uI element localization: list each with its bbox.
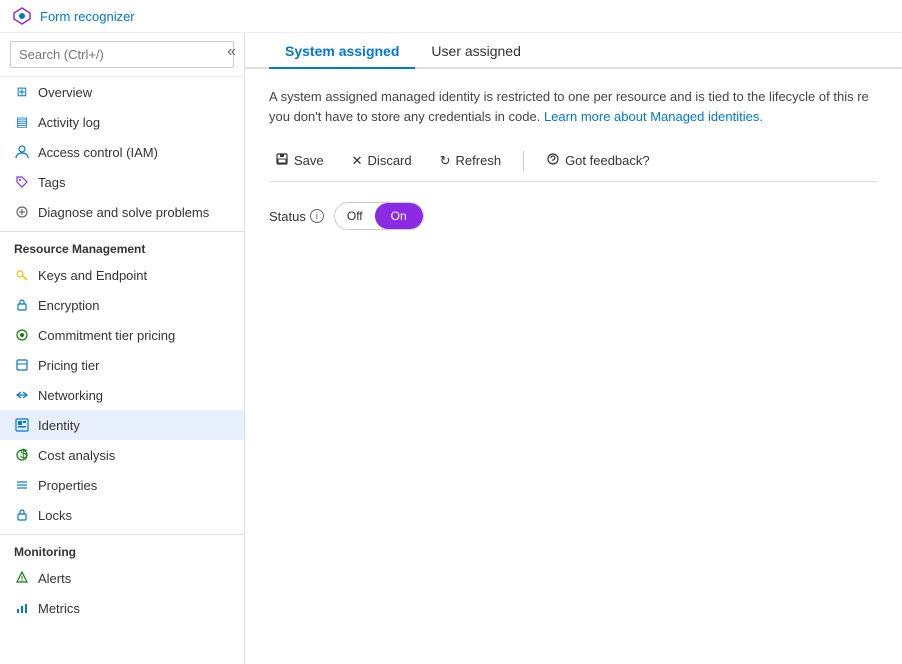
sidebar-item-metrics[interactable]: Metrics [0,593,244,623]
pricing-icon [14,357,30,373]
tags-icon [14,174,30,190]
sidebar-item-label: Encryption [38,298,99,313]
sidebar-item-label: Cost analysis [38,448,115,463]
toolbar: Save ✕ Discard ↻ Refresh Got feedback? [269,140,878,182]
discard-button[interactable]: ✕ Discard [346,149,418,173]
sidebar-item-encryption[interactable]: Encryption [0,290,244,320]
cost-analysis-icon: $ [14,447,30,463]
metrics-icon [14,600,30,616]
content-body: A system assigned managed identity is re… [245,69,902,664]
discard-icon: ✕ [352,153,363,169]
locks-icon [14,507,30,523]
main-content: System assigned User assigned A system a… [245,33,902,664]
resource-management-section: Resource Management [0,231,244,260]
sidebar-item-properties[interactable]: Properties [0,470,244,500]
sidebar-item-alerts[interactable]: Alerts [0,563,244,593]
sidebar-item-label: Access control (IAM) [38,145,158,160]
search-container [0,33,244,77]
tab-bar: System assigned User assigned [245,33,902,69]
sidebar-item-access-control[interactable]: Access control (IAM) [0,137,244,167]
diagnose-icon [14,204,30,220]
monitoring-section: Monitoring [0,534,244,563]
sidebar-item-label: Metrics [38,601,80,616]
sidebar-item-tags[interactable]: Tags [0,167,244,197]
save-button[interactable]: Save [269,148,330,173]
toolbar-separator [523,151,524,171]
sidebar-item-label: Properties [38,478,97,493]
sidebar-item-diagnose[interactable]: Diagnose and solve problems [0,197,244,227]
collapse-button[interactable]: « [227,43,236,61]
sidebar-item-label: Tags [38,175,65,190]
properties-icon [14,477,30,493]
app-title: Form recognizer [40,9,135,24]
toggle-on-label[interactable]: On [375,203,423,229]
svg-text:$: $ [20,448,28,461]
sidebar-item-commitment-tier[interactable]: Commitment tier pricing [0,320,244,350]
description-text: A system assigned managed identity is re… [269,87,878,126]
sidebar-item-pricing-tier[interactable]: Pricing tier [0,350,244,380]
status-toggle[interactable]: Off On [334,202,424,230]
sidebar-item-label: Commitment tier pricing [38,328,175,343]
overview-icon: ⊞ [14,84,30,100]
sidebar-item-label: Alerts [38,571,71,586]
sidebar-item-cost-analysis[interactable]: $ Cost analysis [0,440,244,470]
sidebar-item-locks[interactable]: Locks [0,500,244,530]
learn-more-link[interactable]: Learn more about Managed identities. [544,109,763,124]
search-input[interactable] [10,41,234,68]
tab-user-assigned[interactable]: User assigned [415,33,537,69]
status-info-icon[interactable]: i [310,209,324,223]
sidebar-item-label: Overview [38,85,92,100]
sidebar-item-label: Keys and Endpoint [38,268,147,283]
sidebar-item-label: Activity log [38,115,100,130]
sidebar-item-keys-endpoint[interactable]: Keys and Endpoint [0,260,244,290]
commitment-icon [14,327,30,343]
sidebar-item-overview[interactable]: ⊞ Overview [0,77,244,107]
save-icon [275,152,289,169]
alerts-icon [14,570,30,586]
refresh-button[interactable]: ↻ Refresh [434,149,507,173]
refresh-icon: ↻ [440,153,451,169]
activity-log-icon: ▤ [14,114,30,130]
keys-icon [14,267,30,283]
tab-system-assigned[interactable]: System assigned [269,33,415,69]
access-control-icon [14,144,30,160]
app-logo: Form recognizer [12,6,135,26]
status-row: Status i Off On [269,202,878,230]
sidebar-item-networking[interactable]: Networking [0,380,244,410]
form-recognizer-icon [12,6,32,26]
feedback-button[interactable]: Got feedback? [540,148,656,173]
sidebar-item-label: Locks [38,508,72,523]
networking-icon [14,387,30,403]
encryption-icon [14,297,30,313]
identity-icon [14,417,30,433]
sidebar-item-label: Pricing tier [38,358,99,373]
sidebar-item-identity[interactable]: Identity [0,410,244,440]
status-label: Status i [269,209,324,224]
sidebar: « ⊞ Overview ▤ Activity log Access contr… [0,33,245,664]
sidebar-item-activity-log[interactable]: ▤ Activity log [0,107,244,137]
feedback-icon [546,152,560,169]
sidebar-item-label: Diagnose and solve problems [38,205,209,220]
sidebar-item-label: Identity [38,418,80,433]
sidebar-item-label: Networking [38,388,103,403]
toggle-off-label[interactable]: Off [335,205,375,227]
